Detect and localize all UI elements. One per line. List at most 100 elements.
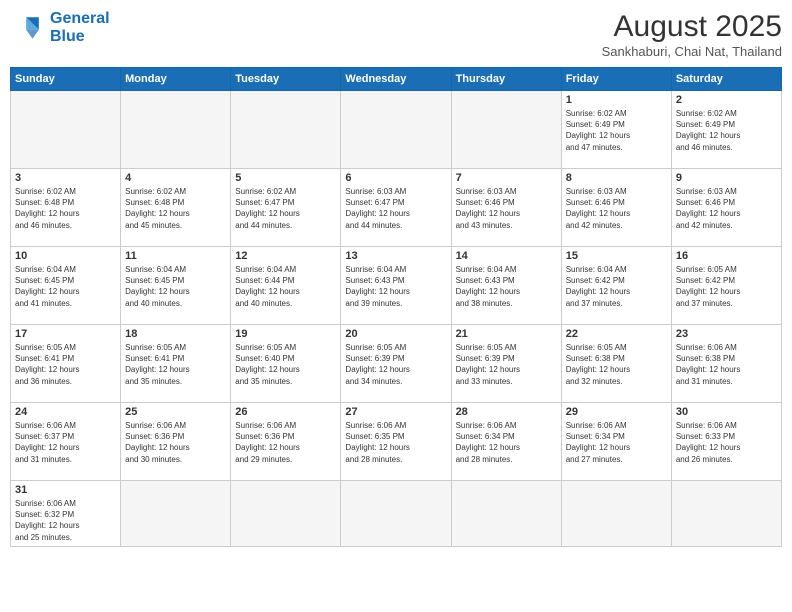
day-info: Sunrise: 6:04 AM Sunset: 6:44 PM Dayligh… (235, 264, 336, 309)
day-number: 14 (456, 250, 557, 262)
day-info: Sunrise: 6:05 AM Sunset: 6:38 PM Dayligh… (566, 342, 667, 387)
calendar-cell: 4 Sunrise: 6:02 AM Sunset: 6:48 PM Daylig… (121, 169, 231, 247)
day-info: Sunrise: 6:06 AM Sunset: 6:35 PM Dayligh… (345, 420, 446, 465)
day-info: Sunrise: 6:02 AM Sunset: 6:47 PM Dayligh… (235, 186, 336, 231)
calendar-week-row: 31 Sunrise: 6:06 AM Sunset: 6:32 PM Dayli… (11, 481, 782, 547)
day-number: 15 (566, 250, 667, 262)
calendar-cell: 31 Sunrise: 6:06 AM Sunset: 6:32 PM Dayli… (11, 481, 121, 547)
day-info: Sunrise: 6:04 AM Sunset: 6:45 PM Dayligh… (15, 264, 116, 309)
day-info: Sunrise: 6:02 AM Sunset: 6:48 PM Dayligh… (15, 186, 116, 231)
day-info: Sunrise: 6:02 AM Sunset: 6:49 PM Dayligh… (676, 108, 777, 153)
calendar-cell: 14 Sunrise: 6:04 AM Sunset: 6:43 PM Dayli… (451, 247, 561, 325)
day-info: Sunrise: 6:03 AM Sunset: 6:46 PM Dayligh… (456, 186, 557, 231)
weekday-header-row: SundayMondayTuesdayWednesdayThursdayFrid… (11, 68, 782, 91)
calendar-cell: 9Sunrise: 6:03 AM Sunset: 6:46 PM Daylig… (671, 169, 781, 247)
calendar-cell: 27 Sunrise: 6:06 AM Sunset: 6:35 PM Dayli… (341, 403, 451, 481)
calendar-cell: 30Sunrise: 6:06 AM Sunset: 6:33 PM Dayli… (671, 403, 781, 481)
calendar-cell (451, 481, 561, 547)
day-number: 20 (345, 328, 446, 340)
weekday-friday: Friday (561, 68, 671, 91)
header: General Blue August 2025 Sankhaburi, Cha… (10, 10, 782, 59)
calendar-week-row: 3Sunrise: 6:02 AM Sunset: 6:48 PM Daylig… (11, 169, 782, 247)
calendar-cell: 26 Sunrise: 6:06 AM Sunset: 6:36 PM Dayli… (231, 403, 341, 481)
day-info: Sunrise: 6:02 AM Sunset: 6:49 PM Dayligh… (566, 108, 667, 153)
logo-general: General (50, 10, 110, 27)
day-info: Sunrise: 6:03 AM Sunset: 6:46 PM Dayligh… (676, 186, 777, 231)
calendar-week-row: 24Sunrise: 6:06 AM Sunset: 6:37 PM Dayli… (11, 403, 782, 481)
weekday-sunday: Sunday (11, 68, 121, 91)
day-number: 30 (676, 406, 777, 418)
day-info: Sunrise: 6:02 AM Sunset: 6:48 PM Dayligh… (125, 186, 226, 231)
calendar-table: SundayMondayTuesdayWednesdayThursdayFrid… (10, 67, 782, 547)
weekday-thursday: Thursday (451, 68, 561, 91)
weekday-wednesday: Wednesday (341, 68, 451, 91)
day-number: 26 (235, 406, 336, 418)
calendar-cell: 12 Sunrise: 6:04 AM Sunset: 6:44 PM Dayli… (231, 247, 341, 325)
calendar-cell (341, 91, 451, 169)
calendar-cell: 5 Sunrise: 6:02 AM Sunset: 6:47 PM Daylig… (231, 169, 341, 247)
day-info: Sunrise: 6:05 AM Sunset: 6:39 PM Dayligh… (456, 342, 557, 387)
calendar-cell: 21Sunrise: 6:05 AM Sunset: 6:39 PM Dayli… (451, 325, 561, 403)
calendar-cell: 13Sunrise: 6:04 AM Sunset: 6:43 PM Dayli… (341, 247, 451, 325)
day-number: 31 (15, 484, 116, 496)
day-number: 24 (15, 406, 116, 418)
calendar-week-row: 1 Sunrise: 6:02 AM Sunset: 6:49 PM Daylig… (11, 91, 782, 169)
day-number: 25 (125, 406, 226, 418)
calendar-cell (671, 481, 781, 547)
weekday-tuesday: Tuesday (231, 68, 341, 91)
calendar-cell: 23Sunrise: 6:06 AM Sunset: 6:38 PM Dayli… (671, 325, 781, 403)
day-info: Sunrise: 6:04 AM Sunset: 6:43 PM Dayligh… (456, 264, 557, 309)
day-info: Sunrise: 6:05 AM Sunset: 6:40 PM Dayligh… (235, 342, 336, 387)
calendar-cell (11, 91, 121, 169)
calendar-cell: 28 Sunrise: 6:06 AM Sunset: 6:34 PM Dayli… (451, 403, 561, 481)
calendar-cell (561, 481, 671, 547)
day-info: Sunrise: 6:03 AM Sunset: 6:47 PM Dayligh… (345, 186, 446, 231)
calendar-cell (451, 91, 561, 169)
day-info: Sunrise: 6:04 AM Sunset: 6:42 PM Dayligh… (566, 264, 667, 309)
day-number: 16 (676, 250, 777, 262)
location: Sankhaburi, Chai Nat, Thailand (602, 44, 782, 59)
day-number: 29 (566, 406, 667, 418)
logo-text: General Blue (50, 10, 110, 45)
calendar-cell: 15 Sunrise: 6:04 AM Sunset: 6:42 PM Dayli… (561, 247, 671, 325)
day-info: Sunrise: 6:05 AM Sunset: 6:39 PM Dayligh… (345, 342, 446, 387)
day-number: 19 (235, 328, 336, 340)
day-number: 23 (676, 328, 777, 340)
month-year: August 2025 (602, 10, 782, 44)
calendar-cell (121, 481, 231, 547)
day-info: Sunrise: 6:06 AM Sunset: 6:34 PM Dayligh… (456, 420, 557, 465)
day-number: 17 (15, 328, 116, 340)
calendar-cell: 22Sunrise: 6:05 AM Sunset: 6:38 PM Dayli… (561, 325, 671, 403)
day-info: Sunrise: 6:06 AM Sunset: 6:36 PM Dayligh… (235, 420, 336, 465)
day-info: Sunrise: 6:05 AM Sunset: 6:41 PM Dayligh… (15, 342, 116, 387)
day-number: 10 (15, 250, 116, 262)
day-number: 18 (125, 328, 226, 340)
calendar-week-row: 17 Sunrise: 6:05 AM Sunset: 6:41 PM Dayli… (11, 325, 782, 403)
day-number: 1 (566, 94, 667, 106)
logo: General Blue (10, 10, 110, 46)
calendar-cell: 6 Sunrise: 6:03 AM Sunset: 6:47 PM Daylig… (341, 169, 451, 247)
calendar-cell: 7Sunrise: 6:03 AM Sunset: 6:46 PM Daylig… (451, 169, 561, 247)
title-block: August 2025 Sankhaburi, Chai Nat, Thaila… (602, 10, 782, 59)
logo-blue: Blue (50, 28, 85, 45)
calendar-cell: 29Sunrise: 6:06 AM Sunset: 6:34 PM Dayli… (561, 403, 671, 481)
calendar-cell: 25 Sunrise: 6:06 AM Sunset: 6:36 PM Dayli… (121, 403, 231, 481)
day-info: Sunrise: 6:06 AM Sunset: 6:36 PM Dayligh… (125, 420, 226, 465)
day-number: 4 (125, 172, 226, 184)
day-number: 12 (235, 250, 336, 262)
calendar-cell (231, 91, 341, 169)
calendar-week-row: 10 Sunrise: 6:04 AM Sunset: 6:45 PM Dayli… (11, 247, 782, 325)
day-number: 13 (345, 250, 446, 262)
day-number: 27 (345, 406, 446, 418)
weekday-monday: Monday (121, 68, 231, 91)
day-number: 6 (345, 172, 446, 184)
day-info: Sunrise: 6:05 AM Sunset: 6:42 PM Dayligh… (676, 264, 777, 309)
day-number: 28 (456, 406, 557, 418)
calendar-cell: 3Sunrise: 6:02 AM Sunset: 6:48 PM Daylig… (11, 169, 121, 247)
day-number: 5 (235, 172, 336, 184)
calendar-cell: 19 Sunrise: 6:05 AM Sunset: 6:40 PM Dayli… (231, 325, 341, 403)
day-info: Sunrise: 6:06 AM Sunset: 6:32 PM Dayligh… (15, 498, 116, 543)
calendar-cell (121, 91, 231, 169)
calendar-cell: 16 Sunrise: 6:05 AM Sunset: 6:42 PM Dayli… (671, 247, 781, 325)
calendar-cell: 24Sunrise: 6:06 AM Sunset: 6:37 PM Dayli… (11, 403, 121, 481)
